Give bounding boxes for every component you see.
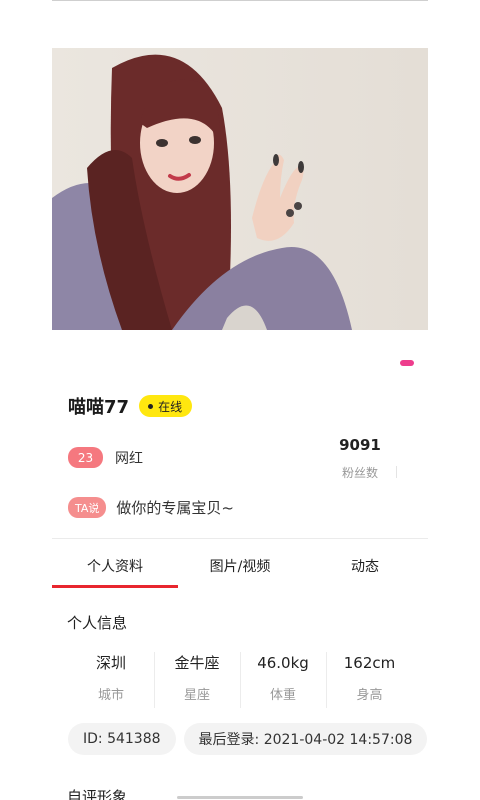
fans-label: 粉丝数 bbox=[341, 466, 378, 480]
stat-city: 深圳 城市 bbox=[68, 650, 154, 710]
profile-name: 喵喵77 bbox=[68, 397, 130, 418]
stat-height-value: 162cm bbox=[343, 654, 396, 672]
profile-photo-image bbox=[52, 48, 428, 330]
stat-weight-value: 46.0kg bbox=[257, 654, 309, 672]
info-chips: ID: 541388 最后登录: 2021-04-02 14:57:08 bbox=[68, 723, 428, 755]
fans-count: 9091 bbox=[339, 436, 381, 454]
name-row: 喵喵77 在线 bbox=[68, 393, 193, 419]
home-indicator[interactable] bbox=[177, 796, 303, 799]
quote-row: TA说 做你的专属宝贝~ bbox=[68, 497, 234, 518]
personal-stats: 深圳 城市 金牛座 星座 46.0kg 体重 162cm 身高 bbox=[68, 650, 413, 710]
personal-info-title: 个人信息 bbox=[67, 614, 128, 632]
ta-says-badge: TA说 bbox=[68, 497, 107, 518]
profile-quote: 做你的专属宝贝~ bbox=[116, 499, 234, 517]
role-label: 网红 bbox=[115, 450, 143, 467]
age-badge: 23 bbox=[68, 447, 103, 468]
stat-zodiac-label: 星座 bbox=[183, 688, 210, 703]
online-dot-icon bbox=[148, 403, 154, 409]
stat-zodiac-value: 金牛座 bbox=[174, 654, 220, 672]
self-image-title: 自评形象 bbox=[67, 788, 128, 800]
online-status-badge: 在线 bbox=[139, 395, 193, 417]
stat-city-value: 深圳 bbox=[95, 654, 126, 672]
section-divider bbox=[52, 538, 428, 539]
stat-city-label: 城市 bbox=[97, 688, 124, 703]
carousel-indicator bbox=[400, 360, 414, 366]
tab-moments[interactable]: 动态 bbox=[305, 556, 425, 576]
stat-weight: 46.0kg 体重 bbox=[240, 650, 326, 710]
age-role-row: 23 网红 bbox=[68, 447, 143, 468]
top-divider bbox=[52, 0, 428, 1]
fans-separator bbox=[396, 466, 397, 478]
tab-profile[interactable]: 个人资料 bbox=[55, 556, 175, 576]
stat-height-label: 身高 bbox=[356, 688, 383, 703]
stat-weight-label: 体重 bbox=[269, 688, 296, 703]
stat-height: 162cm 身高 bbox=[326, 650, 413, 710]
active-tab-indicator bbox=[52, 585, 178, 588]
stat-zodiac: 金牛座 星座 bbox=[154, 650, 240, 710]
profile-photo[interactable] bbox=[52, 48, 428, 330]
online-status-label: 在线 bbox=[158, 399, 183, 414]
last-login-chip: 最后登录: 2021-04-02 14:57:08 bbox=[183, 723, 428, 755]
tab-media[interactable]: 图片/视频 bbox=[180, 556, 300, 576]
fans-stat[interactable]: 9091 粉丝数 bbox=[330, 436, 390, 481]
user-id-chip[interactable]: ID: 541388 bbox=[68, 723, 176, 755]
